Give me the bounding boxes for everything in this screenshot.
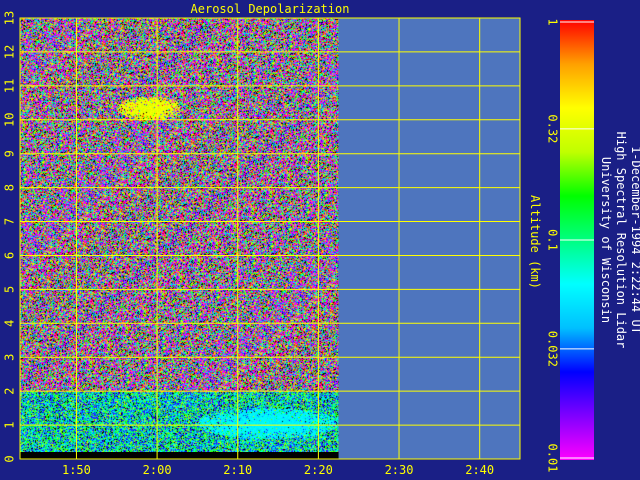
y-tick-label: 13 [3,11,17,25]
annotation-instrument: High Spectral Resolution Lidar [614,132,628,349]
x-axis-ticks: 1:50 2:00 2:10 2:20 2:30 2:40 [62,463,494,477]
colorbar-tick-label: 1 [546,18,560,25]
annotation-timestamp: 1-December-1994 2:22:44 UT [629,146,640,334]
x-tick-label: 2:00 [143,463,172,477]
x-tick-label: 2:30 [385,463,414,477]
x-tick-label: 2:10 [223,463,252,477]
no-data-region [338,18,520,459]
y-axis-label: Altitude (km) [528,195,542,289]
depolarization-image [20,18,339,452]
y-tick-label: 2 [3,388,17,395]
chart-svg: 012345678910111213 1:50 2:00 2:10 2:20 2:30 2… [3,11,640,477]
plot-area [19,17,521,460]
annotation-institution: University of Wisconsin [599,157,613,323]
y-axis-ticks: 012345678910111213 [3,11,17,463]
y-tick-label: 3 [3,354,17,361]
ground-strip [20,452,339,459]
x-tick-label: 2:20 [304,463,333,477]
colorbar-tick-label: 0.1 [546,229,560,251]
y-tick-label: 0 [3,455,17,462]
y-tick-label: 6 [3,252,17,259]
chart-root: Aerosol Depolarization 0 1 2 3 4 5 6 7 8 9 10 11 12 1… [0,0,640,480]
y-tick-label: 7 [3,218,17,225]
x-tick-label: 2:40 [465,463,494,477]
y-tick-label: 10 [3,113,17,127]
y-tick-label: 9 [3,150,17,157]
y-tick-label: 8 [3,184,17,191]
y-axis-label-group: Altitude (km) [528,195,542,289]
y-tick-label: 11 [3,79,17,93]
y-tick-label: 1 [3,421,17,428]
annotation-block: University of Wisconsin High Spectral Re… [599,132,640,349]
colorbar-tick-label: 0.01 [546,444,560,473]
x-tick-label: 1:50 [62,463,91,477]
y-tick-label: 12 [3,45,17,59]
y-tick-label: 4 [3,320,17,327]
colorbar-tick-label: 0.32 [546,114,560,143]
colorbar: 1 0.32 0.1 0.032 0.01 [546,18,594,473]
colorbar-tick-label: 0.032 [546,331,560,367]
y-tick-label: 5 [3,286,17,293]
